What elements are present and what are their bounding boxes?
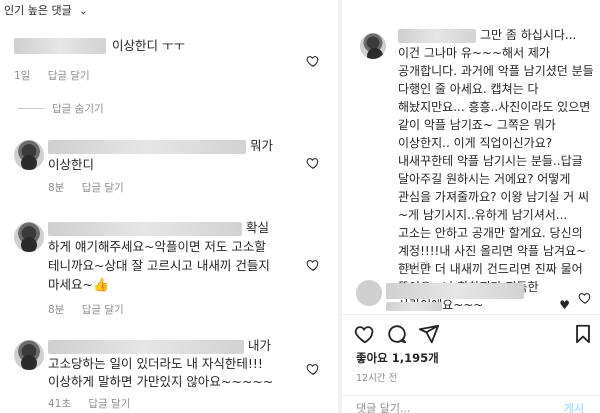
- likes-count[interactable]: 좋아요 1,195개: [356, 350, 439, 366]
- share-icon[interactable]: [418, 323, 440, 345]
- comment-text-line-1: 뭐가: [250, 138, 274, 153]
- commenter-avatar[interactable]: [14, 340, 44, 370]
- comment-text: 이상한디 ㅜㅜ: [112, 38, 185, 53]
- thumbs-up-icon: 👍: [92, 278, 110, 293]
- post-panel: 그만 좀 하십시다... 이건 그나마 유~~~해서 제가 공개합니다. 과거에…: [342, 0, 600, 413]
- comment-text-line-3: 테니까요~상대 잘 고르시고 내새끼 건들지: [48, 258, 270, 273]
- add-comment-input[interactable]: 댓글 달기...: [356, 400, 410, 413]
- post-comment-button[interactable]: 게시: [564, 400, 584, 413]
- comment-text-line-1: 내가: [248, 338, 272, 353]
- reply-link[interactable]: 답글 달기: [88, 398, 130, 410]
- comment-text-line-1: 확실: [246, 220, 270, 235]
- sort-label: 인기 높은 댓글: [4, 4, 72, 17]
- reply-link[interactable]: 답글 달기: [82, 304, 124, 316]
- comment-icon[interactable]: [386, 323, 408, 345]
- post-actions: [354, 323, 594, 347]
- comment-time: 8분: [48, 304, 65, 316]
- comment-text-line-4: 마세요~👍: [48, 275, 109, 295]
- comment-text-line-2: 고소당하는 일이 있더라도 내 자식한테!!!: [48, 356, 263, 371]
- comment-text-line-2: 이상한디: [48, 157, 95, 172]
- chevron-down-icon: ⌄: [79, 6, 88, 17]
- comments-panel: 인기 높은 댓글 ⌄ 이상한디 ㅜㅜ 1일 답글 달기 답글 숨기기 뭐가 이상…: [0, 0, 338, 413]
- like-heart-icon[interactable]: [306, 54, 320, 68]
- reply-link[interactable]: 답글 달기: [82, 182, 124, 194]
- comment-meta: 8분 답글 달기: [48, 302, 138, 317]
- comment-meta: 1일 답글 달기: [14, 68, 104, 83]
- comment-1: 이상한디 ㅜㅜ 1일 답글 달기: [0, 36, 330, 84]
- divider: [342, 314, 600, 315]
- comment-time: 8분: [48, 182, 65, 194]
- commenter-avatar[interactable]: [356, 280, 382, 306]
- comment-meta: 41초 답글 달기: [48, 396, 144, 411]
- like-heart-icon[interactable]: [306, 258, 320, 272]
- comment-3: 확실 하게 얘기해주세요~악플이면 저도 고소할 테니까요~상대 잘 고르시고 …: [0, 218, 330, 324]
- post-timestamp: 12시간 전: [356, 373, 398, 384]
- comment-meta: 8분 답글 달기: [48, 180, 138, 195]
- like-heart-icon[interactable]: [354, 323, 376, 345]
- blurred-username: [14, 38, 106, 54]
- hide-replies-link[interactable]: 답글 숨기기: [52, 101, 104, 116]
- comment-text-line-4-text: 마세요~: [48, 277, 93, 292]
- reply-link[interactable]: 답글 달기: [48, 70, 90, 82]
- like-heart-icon[interactable]: [578, 291, 592, 305]
- commenter-avatar[interactable]: [14, 222, 44, 252]
- bookmark-icon[interactable]: [572, 323, 594, 345]
- author-avatar[interactable]: [360, 33, 386, 59]
- comment-4: 내가 고소당하는 일이 있더라도 내 자식한테!!! 이상하게 말하면 가만있지…: [0, 336, 330, 413]
- blurred-comment: [386, 283, 524, 299]
- comment-time: 1일: [14, 70, 31, 82]
- comment-sort-header[interactable]: 인기 높은 댓글 ⌄: [0, 0, 338, 22]
- blurred-username: [48, 140, 246, 154]
- blurred-username: [48, 340, 244, 354]
- blurred-comment-meta: [386, 302, 442, 311]
- comment-text-line-3: 이상하게 말하면 가만있지 않아요~~~~~: [48, 374, 274, 389]
- divider: [342, 395, 600, 396]
- commenter-avatar[interactable]: [14, 140, 44, 170]
- comment-2: 뭐가 이상한디 8분 답글 달기: [0, 136, 330, 202]
- replies-divider: [18, 108, 44, 109]
- like-heart-icon[interactable]: [306, 362, 320, 376]
- post-caption-time: 12시간: [398, 262, 430, 273]
- blurred-username: [48, 222, 242, 236]
- comment-time: 41초: [48, 398, 72, 410]
- comment-text-line-2: 하게 얘기해주세요~악플이면 저도 고소할: [48, 239, 266, 254]
- heart-emoji: ♥: [559, 298, 570, 312]
- like-heart-icon[interactable]: [306, 156, 320, 170]
